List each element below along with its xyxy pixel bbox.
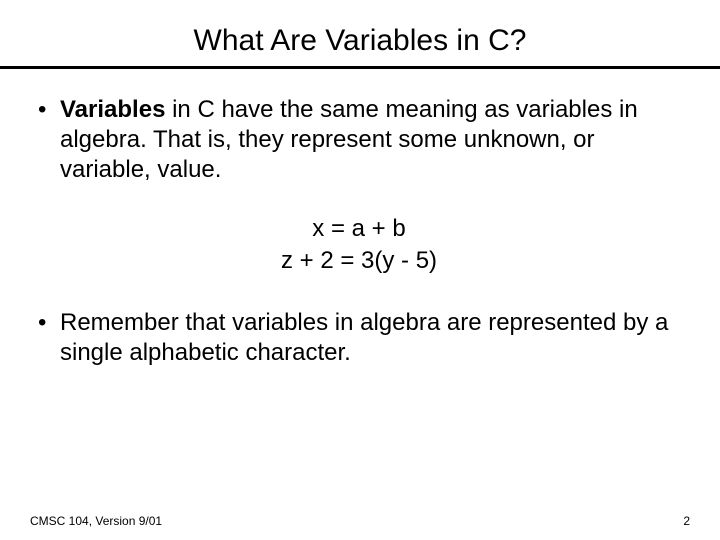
bullet-item: • Variables in C have the same meaning a… (38, 95, 680, 185)
bold-term: Variables (60, 96, 165, 123)
footer-page-number: 2 (683, 514, 690, 528)
slide-footer: CMSC 104, Version 9/01 2 (30, 514, 690, 528)
footer-left: CMSC 104, Version 9/01 (30, 514, 162, 528)
bullet-text: Variables in C have the same meaning as … (60, 95, 680, 185)
slide-body: • Variables in C have the same meaning a… (30, 95, 690, 368)
bullet-dot: • (38, 95, 60, 185)
equation-line: x = a + b (38, 213, 680, 245)
slide: What Are Variables in C? • Variables in … (0, 0, 720, 540)
equations-block: x = a + b z + 2 = 3(y - 5) (38, 213, 680, 278)
bullet-dot: • (38, 308, 60, 368)
bullet-text: Remember that variables in algebra are r… (60, 308, 680, 368)
bullet-item: • Remember that variables in algebra are… (38, 308, 680, 368)
slide-title: What Are Variables in C? (30, 24, 690, 58)
title-rule (0, 66, 720, 69)
equation-line: z + 2 = 3(y - 5) (38, 245, 680, 277)
